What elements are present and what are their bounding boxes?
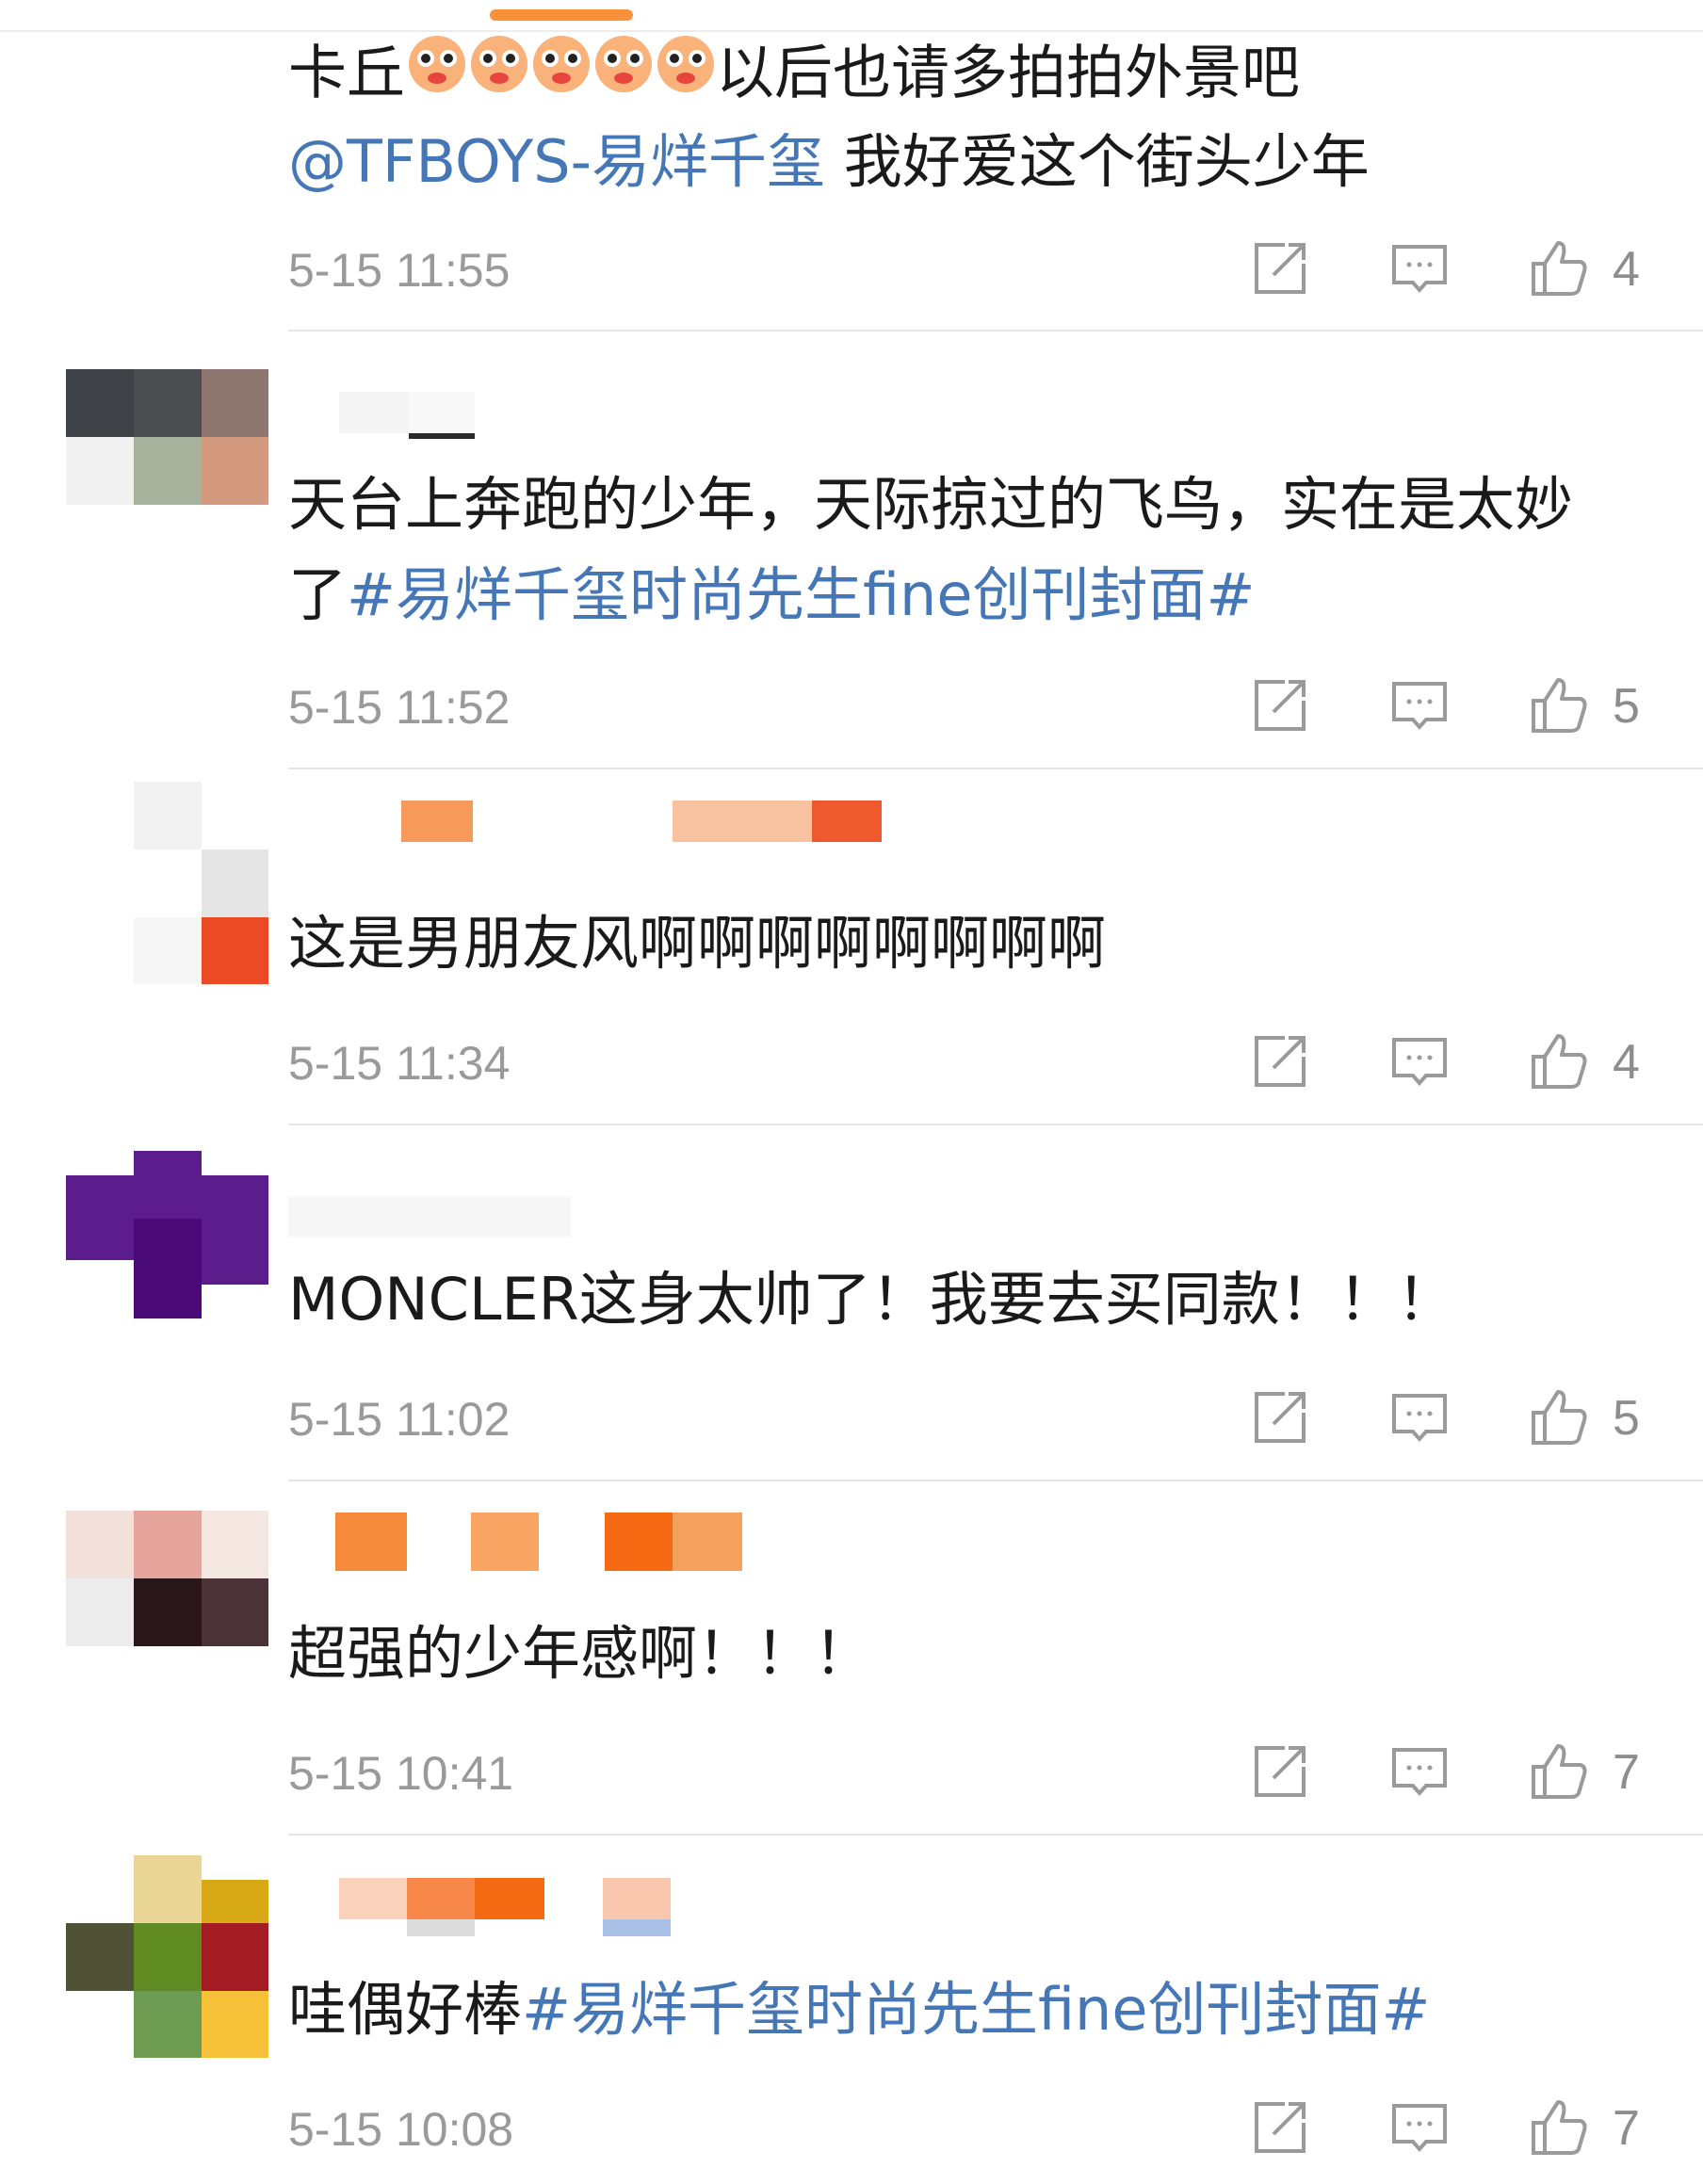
comment-meta: 5-15 10:08 7: [288, 2095, 1654, 2160]
comment-text: 哇偶好棒#易烊千玺时尚先生fine创刊封面#: [288, 1975, 1431, 2044]
comment-text: 这是男朋友风啊啊啊啊啊啊啊啊: [288, 909, 1107, 978]
username-redacted[interactable]: [288, 1187, 853, 1245]
timestamp: 5-15 11:52: [288, 681, 511, 734]
like-count: 7: [1613, 1745, 1640, 1800]
like-count: 5: [1613, 1391, 1640, 1446]
avatar[interactable]: [66, 782, 268, 984]
thumbs-up-icon[interactable]: [1526, 1028, 1592, 1094]
like-count: 4: [1613, 242, 1640, 297]
timestamp: 5-15 11:55: [288, 244, 511, 297]
comment-icon[interactable]: [1387, 2095, 1452, 2160]
comment-meta: 5-15 11:02 5: [288, 1384, 1654, 1450]
thumbs-up-icon[interactable]: [1526, 1384, 1592, 1450]
username-redacted[interactable]: [288, 801, 882, 859]
timestamp: 5-15 10:08: [288, 2103, 514, 2156]
thumbs-up-icon[interactable]: [1526, 1739, 1592, 1804]
hamster-emoji-icon: [405, 26, 716, 127]
comment-icon[interactable]: [1387, 235, 1452, 301]
thumbs-up-icon[interactable]: [1526, 2095, 1592, 2160]
divider: [288, 768, 1703, 769]
comment-text: 天台上奔跑的少年，天际掠过的飞鸟，实在是太妙: [288, 470, 1574, 539]
comment-icon[interactable]: [1387, 1028, 1452, 1094]
comment-icon[interactable]: [1387, 1384, 1452, 1450]
comment-meta: 5-15 11:55 4: [288, 235, 1654, 301]
timestamp: 5-15 11:02: [288, 1393, 511, 1446]
username-redacted[interactable]: [288, 1513, 853, 1571]
divider: [288, 1124, 1703, 1125]
pull-handle[interactable]: [490, 9, 633, 21]
avatar[interactable]: [66, 1151, 268, 1353]
hashtag-link[interactable]: #易烊千玺时尚先生fine创刊封面#: [347, 560, 1255, 629]
comment-text: MONCLER这身太帅了！我要去买同款！！！: [288, 1265, 1455, 1334]
comment-meta: 5-15 11:52 5: [288, 672, 1654, 738]
divider: [288, 1834, 1703, 1836]
comment-text-line2: @TFBOYS-易烊千玺 我好爱这个街头少年: [288, 127, 1370, 196]
thumbs-up-icon[interactable]: [1526, 235, 1592, 301]
repost-icon[interactable]: [1247, 672, 1313, 738]
repost-icon[interactable]: [1247, 1739, 1313, 1804]
thumbs-up-icon[interactable]: [1526, 672, 1592, 738]
divider: [288, 330, 1703, 332]
repost-icon[interactable]: [1247, 1384, 1313, 1450]
like-count: 5: [1613, 679, 1640, 734]
timestamp: 5-15 10:41: [288, 1747, 514, 1800]
username-redacted[interactable]: [288, 1878, 853, 1936]
like-count: 7: [1613, 2101, 1640, 2156]
mention-link[interactable]: @TFBOYS-易烊千玺: [288, 127, 825, 196]
comment-text-line2: 了#易烊千玺时尚先生fine创刊封面#: [288, 560, 1256, 629]
comment-meta: 5-15 10:41 7: [288, 1739, 1654, 1804]
comment-text: 超强的少年感啊！！！: [288, 1619, 873, 1688]
repost-icon[interactable]: [1247, 2095, 1313, 2160]
like-count: 4: [1613, 1035, 1640, 1090]
avatar[interactable]: [66, 369, 268, 572]
divider: [288, 1480, 1703, 1481]
hashtag-link[interactable]: #易烊千玺时尚先生fine创刊封面#: [522, 1975, 1430, 2044]
repost-icon[interactable]: [1247, 1028, 1313, 1094]
username-redacted[interactable]: [288, 386, 853, 445]
comment-text: 卡丘 以后也请多拍拍外景吧: [288, 26, 1654, 127]
avatar[interactable]: [66, 1511, 268, 1713]
avatar[interactable]: [66, 1855, 268, 2058]
comment-icon[interactable]: [1387, 672, 1452, 738]
repost-icon[interactable]: [1247, 235, 1313, 301]
comment-meta: 5-15 11:34 4: [288, 1028, 1654, 1094]
timestamp: 5-15 11:34: [288, 1037, 511, 1090]
comment-icon[interactable]: [1387, 1739, 1452, 1804]
